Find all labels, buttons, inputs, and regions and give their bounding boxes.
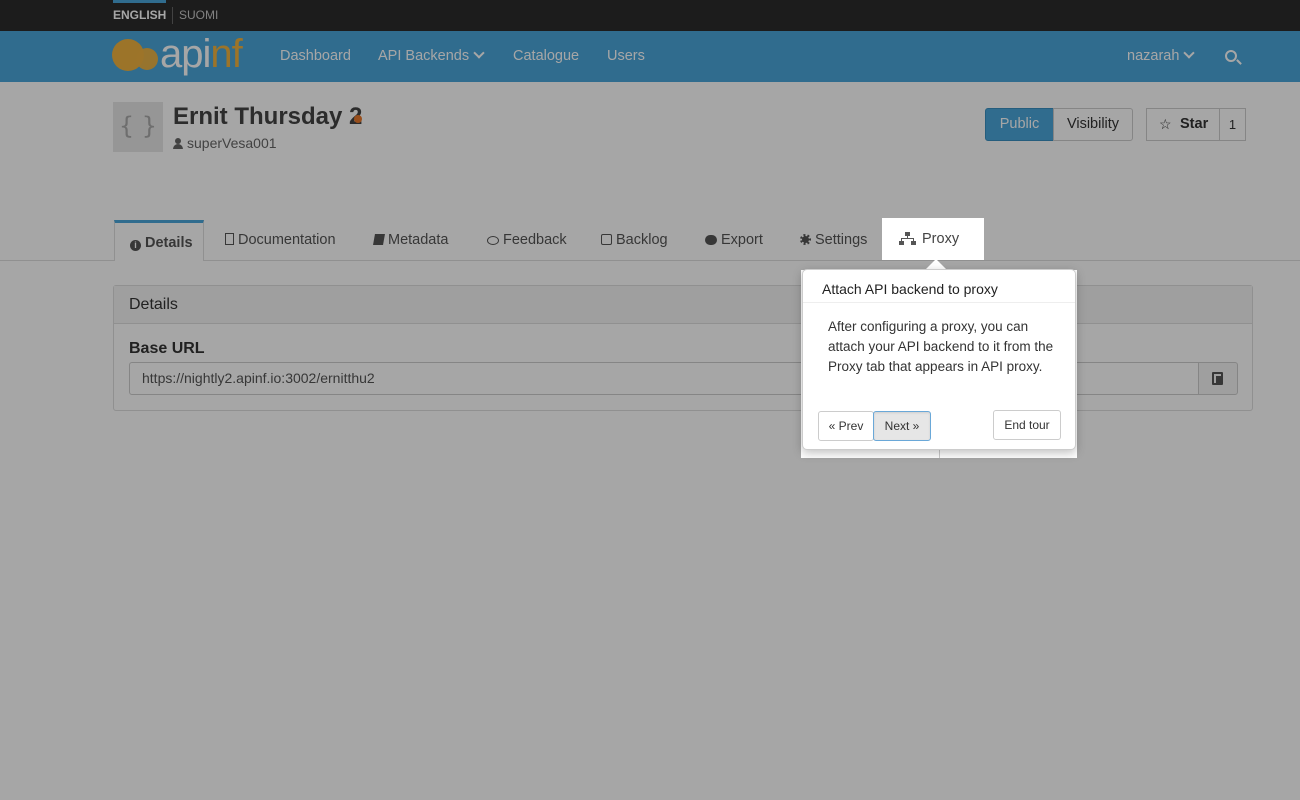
tour-body: After configuring a proxy, you can attac…	[828, 319, 1054, 374]
tour-title: Attach API backend to proxy	[803, 270, 1075, 303]
tour-next-button[interactable]: Next »	[873, 411, 931, 441]
tab-proxy[interactable]: Proxy	[882, 218, 984, 260]
tour-popover: Attach API backend to proxy After config…	[802, 269, 1076, 450]
tour-popover-arrow	[926, 259, 946, 269]
tour-prev-button[interactable]: « Prev	[818, 411, 874, 441]
tab-proxy-label: Proxy	[922, 231, 960, 247]
tour-backdrop[interactable]	[0, 0, 1300, 800]
sitemap-icon	[899, 232, 916, 246]
tour-end-button[interactable]: End tour	[993, 410, 1061, 440]
